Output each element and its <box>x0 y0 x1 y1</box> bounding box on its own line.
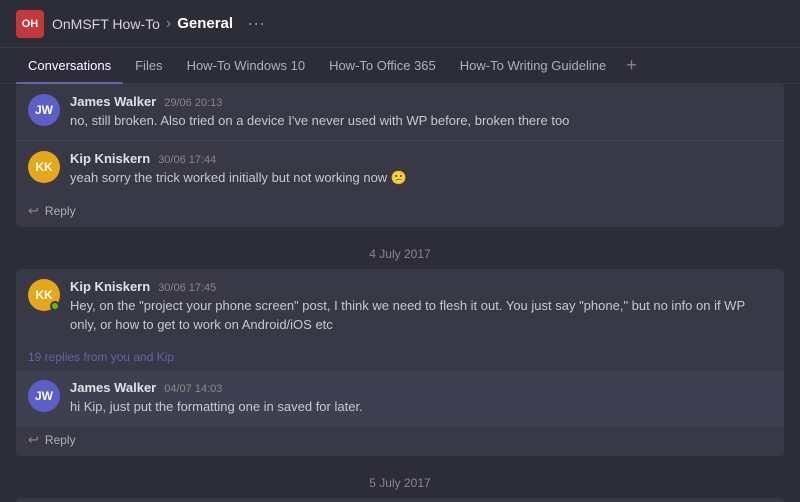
message-body: James Walker 04/07 14:03 hi Kip, just pu… <box>70 380 772 416</box>
tab-how-to-office-365[interactable]: How-To Office 365 <box>317 48 448 84</box>
breadcrumb: OnMSFT How-To › General ··· <box>52 13 265 34</box>
message-jw-onedrive: JW James Walker 05/07 19:47 Hey Kip. I j… <box>16 498 784 502</box>
reply-icon: ↩ <box>28 203 39 219</box>
tab-how-to-windows-10[interactable]: How-To Windows 10 <box>175 48 318 84</box>
team-name: OnMSFT How-To <box>52 16 160 32</box>
thread-block-2: KK Kip Kniskern 30/06 17:45 Hey, on the … <box>16 269 784 456</box>
date-separator-july4: 4 July 2017 <box>16 235 784 269</box>
message-text: yeah sorry the trick worked initially bu… <box>70 169 772 187</box>
message-body: Kip Kniskern 30/06 17:45 Hey, on the "pr… <box>70 279 772 333</box>
avatar-james-walker-2: JW <box>28 380 60 412</box>
message-jw-broken: JW James Walker 29/06 20:13 no, still br… <box>16 84 784 140</box>
tab-conversations[interactable]: Conversations <box>16 48 123 84</box>
reply-label: Reply <box>45 433 76 447</box>
reply-icon: ↩ <box>28 432 39 448</box>
reply-button-2[interactable]: ↩ Reply <box>16 426 784 456</box>
online-status-indicator <box>50 301 60 311</box>
message-author: James Walker <box>70 94 156 109</box>
message-kk-phone-screen: KK Kip Kniskern 30/06 17:45 Hey, on the … <box>16 269 784 343</box>
replies-count[interactable]: 19 replies from you and Kip <box>16 344 784 370</box>
thread-block-1: JW James Walker 29/06 20:13 no, still br… <box>16 84 784 227</box>
message-body: Kip Kniskern 30/06 17:44 yeah sorry the … <box>70 151 772 187</box>
team-avatar: OH <box>16 10 44 38</box>
date-separator-july5: 5 July 2017 <box>16 464 784 498</box>
avatar-kip-kniskern-2: KK <box>28 279 60 311</box>
reply-label: Reply <box>45 204 76 218</box>
reply-button-1[interactable]: ↩ Reply <box>16 197 784 227</box>
message-body: James Walker 29/06 20:13 no, still broke… <box>70 94 772 130</box>
message-text: Hey, on the "project your phone screen" … <box>70 297 772 333</box>
breadcrumb-separator: › <box>166 15 171 33</box>
message-author: Kip Kniskern <box>70 151 150 166</box>
message-jw-formatting: JW James Walker 04/07 14:03 hi Kip, just… <box>16 370 784 426</box>
header: OH OnMSFT How-To › General ··· <box>0 0 800 48</box>
thread-block-3: JW James Walker 05/07 19:47 Hey Kip. I j… <box>16 498 784 502</box>
message-time: 04/07 14:03 <box>164 383 222 395</box>
tab-files[interactable]: Files <box>123 48 174 84</box>
more-options-button[interactable]: ··· <box>247 13 265 34</box>
avatar-kip-kniskern: KK <box>28 151 60 183</box>
avatar-james-walker: JW <box>28 94 60 126</box>
message-time: 30/06 17:45 <box>158 282 216 294</box>
message-time: 29/06 20:13 <box>164 97 222 109</box>
message-text: hi Kip, just put the formatting one in s… <box>70 398 772 416</box>
add-tab-button[interactable]: + <box>618 55 645 76</box>
message-author: Kip Kniskern <box>70 279 150 294</box>
message-text: no, still broken. Also tried on a device… <box>70 112 772 130</box>
tab-how-to-writing-guideline[interactable]: How-To Writing Guideline <box>448 48 618 84</box>
message-kk-sorry: KK Kip Kniskern 30/06 17:44 yeah sorry t… <box>16 140 784 197</box>
message-author: James Walker <box>70 380 156 395</box>
conversation-content: JW James Walker 29/06 20:13 no, still br… <box>0 84 800 502</box>
message-time: 30/06 17:44 <box>158 154 216 166</box>
tab-bar: Conversations Files How-To Windows 10 Ho… <box>0 48 800 84</box>
channel-name: General <box>177 15 233 32</box>
